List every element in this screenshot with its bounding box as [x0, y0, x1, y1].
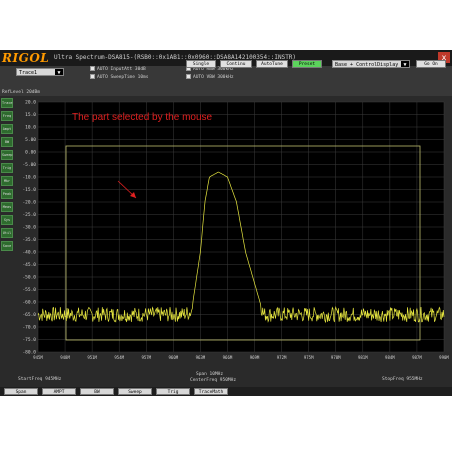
y-tick-label: -25.0	[22, 212, 36, 218]
annotation-text: The part selected by the mouse	[72, 112, 213, 123]
analyzer-window: RIGOL Ultra Spectrum-DSA815-(RSB0::0x1AB…	[0, 50, 452, 396]
x-tick-label: 960M	[169, 355, 179, 360]
bottom-button-tracemath[interactable]: TraceMath	[194, 388, 228, 395]
span-readout: Span 10MHz	[196, 372, 224, 377]
y-tick-label: -70.0	[22, 325, 36, 331]
x-tick-label: 978M	[331, 355, 341, 360]
bottom-button-span[interactable]: Span	[4, 388, 38, 395]
x-tick-label: 948M	[60, 355, 70, 360]
x-tick-label: 966M	[223, 355, 233, 360]
y-tick-label: -65.0	[22, 312, 36, 318]
x-tick-label: 981M	[358, 355, 368, 360]
bottom-button-ampt[interactable]: AMPT	[42, 388, 76, 395]
bottom-button-trig[interactable]: Trig	[156, 388, 190, 395]
y-tick-label: 5.00	[25, 137, 36, 143]
x-tick-label: 954M	[114, 355, 124, 360]
y-tick-label: -20.0	[22, 200, 36, 206]
y-tick-label: -15.0	[22, 187, 36, 193]
y-tick-label: -45.0	[22, 262, 36, 268]
y-tick-label: 15.0	[25, 112, 36, 118]
y-tick-label: -10.0	[22, 175, 36, 181]
y-tick-label: -50.0	[22, 275, 36, 281]
x-tick-label: 951M	[87, 355, 97, 360]
x-tick-label: 969M	[250, 355, 260, 360]
y-tick-label: -40.0	[22, 250, 36, 256]
y-tick-label: -60.0	[22, 300, 36, 306]
bottom-menu-bar: Span AMPT BW Sweep Trig TraceMath	[0, 387, 452, 396]
x-axis-labels: 945M 948M 951M 954M 957M 960M 963M 966M 969M 972M…	[33, 355, 449, 360]
x-tick-label: 990M	[439, 355, 449, 360]
x-tick-label: 963M	[196, 355, 206, 360]
x-tick-label: 972M	[277, 355, 287, 360]
y-tick-label: -75.0	[22, 337, 36, 343]
y-tick-label: 0.00	[25, 150, 36, 156]
y-tick-label: -55.0	[22, 287, 36, 293]
y-tick-label: -30.0	[22, 225, 36, 231]
y-tick-label: 20.0	[25, 100, 36, 106]
y-tick-label: -35.0	[22, 237, 36, 243]
bottom-button-sweep[interactable]: Sweep	[118, 388, 152, 395]
y-tick-label: -5.00	[22, 162, 36, 168]
x-tick-label: 957M	[141, 355, 151, 360]
x-tick-label: 984M	[385, 355, 395, 360]
bottom-button-bw[interactable]: BW	[80, 388, 114, 395]
stop-freq-readout: StopFreq 955MHz	[382, 377, 423, 382]
spectrum-plot[interactable]: 20.0 15.0 10.0 5.00 0.00 -5.00 -10.0 -15.0 -20.0…	[0, 50, 452, 396]
center-freq-readout: CenterFreq 950MHz	[190, 378, 237, 383]
start-freq-readout: StartFreq 945MHz	[18, 377, 62, 382]
y-axis-labels: 20.0 15.0 10.0 5.00 0.00 -5.00 -10.0 -15.0 -20.0…	[22, 100, 36, 356]
x-tick-label: 945M	[33, 355, 43, 360]
x-tick-label: 987M	[412, 355, 422, 360]
x-tick-label: 975M	[304, 355, 314, 360]
y-tick-label: 10.0	[25, 125, 36, 131]
